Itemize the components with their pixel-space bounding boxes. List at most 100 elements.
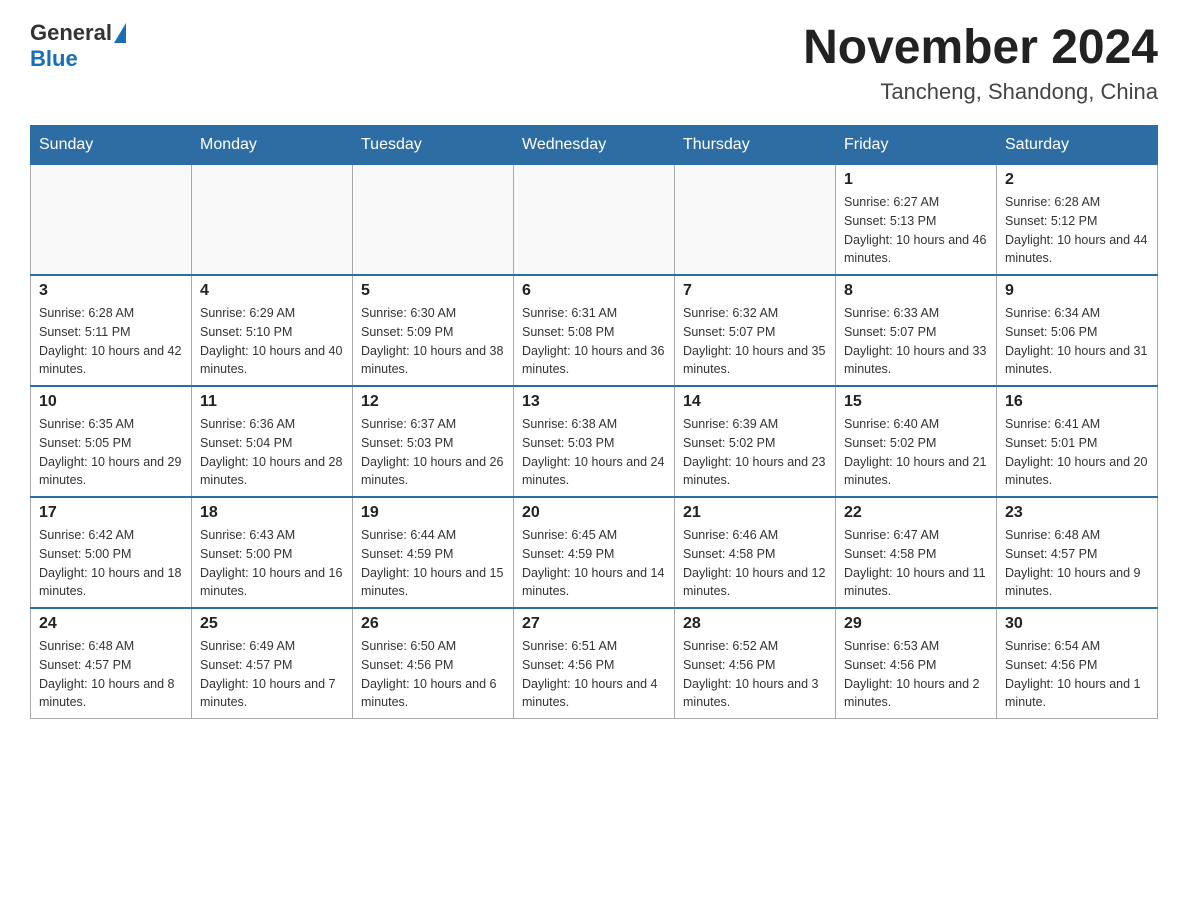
day-number: 28 (683, 615, 827, 633)
calendar-day-cell: 19 Sunrise: 6:44 AM Sunset: 4:59 PM Dayli… (353, 497, 514, 608)
calendar-week-row: 24Sunrise: 6:48 AM Sunset: 4:57 PM Dayli… (31, 608, 1158, 719)
calendar-day-cell: 4Sunrise: 6:29 AM Sunset: 5:10 PM Daylig… (192, 275, 353, 386)
weekday-header-monday: Monday (192, 126, 353, 165)
day-number: 27 (522, 615, 666, 633)
day-info: Sunrise: 6:52 AM Sunset: 4:56 PM Dayligh… (683, 637, 827, 712)
day-info: Sunrise: 6:44 AM Sunset: 4:59 PM Dayligh… (361, 526, 505, 601)
calendar-day-cell: 7Sunrise: 6:32 AM Sunset: 5:07 PM Daylig… (675, 275, 836, 386)
calendar-day-cell: 9 Sunrise: 6:34 AM Sunset: 5:06 PM Daylig… (997, 275, 1158, 386)
day-number: 25 (200, 615, 344, 633)
day-info: Sunrise: 6:50 AM Sunset: 4:56 PM Dayligh… (361, 637, 505, 712)
calendar-day-cell: 21Sunrise: 6:46 AM Sunset: 4:58 PM Dayli… (675, 497, 836, 608)
day-number: 5 (361, 282, 505, 300)
day-number: 13 (522, 393, 666, 411)
calendar-day-cell: 3Sunrise: 6:28 AM Sunset: 5:11 PM Daylig… (31, 275, 192, 386)
calendar-day-cell: 24Sunrise: 6:48 AM Sunset: 4:57 PM Dayli… (31, 608, 192, 719)
calendar-day-cell: 10 Sunrise: 6:35 AM Sunset: 5:05 PM Dayli… (31, 386, 192, 497)
day-info: Sunrise: 6:35 AM Sunset: 5:05 PM Dayligh… (39, 415, 183, 490)
calendar-day-cell: 29Sunrise: 6:53 AM Sunset: 4:56 PM Dayli… (836, 608, 997, 719)
day-number: 23 (1005, 504, 1149, 522)
calendar-day-cell: 17 Sunrise: 6:42 AM Sunset: 5:00 PM Dayli… (31, 497, 192, 608)
day-info: Sunrise: 6:48 AM Sunset: 4:57 PM Dayligh… (39, 637, 183, 712)
weekday-header-thursday: Thursday (675, 126, 836, 165)
day-number: 30 (1005, 615, 1149, 633)
weekday-header-row: SundayMondayTuesdayWednesdayThursdayFrid… (31, 126, 1158, 165)
calendar-day-cell (192, 165, 353, 276)
day-info: Sunrise: 6:47 AM Sunset: 4:58 PM Dayligh… (844, 526, 988, 601)
day-number: 16 (1005, 393, 1149, 411)
calendar-day-cell: 26 Sunrise: 6:50 AM Sunset: 4:56 PM Dayli… (353, 608, 514, 719)
day-number: 2 (1005, 171, 1149, 189)
calendar-day-cell: 18 Sunrise: 6:43 AM Sunset: 5:00 PM Dayli… (192, 497, 353, 608)
calendar-day-cell: 12 Sunrise: 6:37 AM Sunset: 5:03 PM Dayli… (353, 386, 514, 497)
day-number: 29 (844, 615, 988, 633)
day-info: Sunrise: 6:31 AM Sunset: 5:08 PM Dayligh… (522, 304, 666, 379)
calendar-week-row: 3Sunrise: 6:28 AM Sunset: 5:11 PM Daylig… (31, 275, 1158, 386)
logo-general-text: General (30, 20, 112, 46)
day-number: 12 (361, 393, 505, 411)
day-info: Sunrise: 6:37 AM Sunset: 5:03 PM Dayligh… (361, 415, 505, 490)
day-number: 10 (39, 393, 183, 411)
day-info: Sunrise: 6:28 AM Sunset: 5:12 PM Dayligh… (1005, 193, 1149, 268)
day-info: Sunrise: 6:48 AM Sunset: 4:57 PM Dayligh… (1005, 526, 1149, 601)
calendar-day-cell: 6 Sunrise: 6:31 AM Sunset: 5:08 PM Daylig… (514, 275, 675, 386)
weekday-header-tuesday: Tuesday (353, 126, 514, 165)
day-number: 19 (361, 504, 505, 522)
day-info: Sunrise: 6:51 AM Sunset: 4:56 PM Dayligh… (522, 637, 666, 712)
calendar-day-cell: 15 Sunrise: 6:40 AM Sunset: 5:02 PM Dayli… (836, 386, 997, 497)
calendar-day-cell: 22 Sunrise: 6:47 AM Sunset: 4:58 PM Dayli… (836, 497, 997, 608)
calendar-week-row: 10 Sunrise: 6:35 AM Sunset: 5:05 PM Dayli… (31, 386, 1158, 497)
day-number: 18 (200, 504, 344, 522)
calendar-day-cell: 28 Sunrise: 6:52 AM Sunset: 4:56 PM Dayli… (675, 608, 836, 719)
day-info: Sunrise: 6:30 AM Sunset: 5:09 PM Dayligh… (361, 304, 505, 379)
weekday-header-saturday: Saturday (997, 126, 1158, 165)
day-number: 3 (39, 282, 183, 300)
day-number: 11 (200, 393, 344, 411)
day-number: 21 (683, 504, 827, 522)
day-info: Sunrise: 6:38 AM Sunset: 5:03 PM Dayligh… (522, 415, 666, 490)
location-title: Tancheng, Shandong, China (803, 79, 1158, 105)
calendar-day-cell (31, 165, 192, 276)
weekday-header-friday: Friday (836, 126, 997, 165)
logo-triangle-icon (114, 23, 126, 43)
calendar-day-cell: 14 Sunrise: 6:39 AM Sunset: 5:02 PM Dayli… (675, 386, 836, 497)
day-info: Sunrise: 6:39 AM Sunset: 5:02 PM Dayligh… (683, 415, 827, 490)
day-number: 1 (844, 171, 988, 189)
day-info: Sunrise: 6:40 AM Sunset: 5:02 PM Dayligh… (844, 415, 988, 490)
calendar-day-cell (514, 165, 675, 276)
page-header: General Blue November 2024 Tancheng, Sha… (30, 20, 1158, 105)
day-info: Sunrise: 6:34 AM Sunset: 5:06 PM Dayligh… (1005, 304, 1149, 379)
day-number: 14 (683, 393, 827, 411)
day-info: Sunrise: 6:54 AM Sunset: 4:56 PM Dayligh… (1005, 637, 1149, 712)
calendar-day-cell: 5 Sunrise: 6:30 AM Sunset: 5:09 PM Daylig… (353, 275, 514, 386)
month-title: November 2024 (803, 20, 1158, 75)
day-info: Sunrise: 6:33 AM Sunset: 5:07 PM Dayligh… (844, 304, 988, 379)
title-block: November 2024 Tancheng, Shandong, China (803, 20, 1158, 105)
calendar-day-cell (353, 165, 514, 276)
calendar-day-cell: 1 Sunrise: 6:27 AM Sunset: 5:13 PM Daylig… (836, 165, 997, 276)
day-info: Sunrise: 6:43 AM Sunset: 5:00 PM Dayligh… (200, 526, 344, 601)
calendar-table: SundayMondayTuesdayWednesdayThursdayFrid… (30, 125, 1158, 719)
calendar-day-cell: 25 Sunrise: 6:49 AM Sunset: 4:57 PM Dayli… (192, 608, 353, 719)
calendar-day-cell: 13 Sunrise: 6:38 AM Sunset: 5:03 PM Dayli… (514, 386, 675, 497)
calendar-day-cell: 30 Sunrise: 6:54 AM Sunset: 4:56 PM Dayli… (997, 608, 1158, 719)
day-number: 6 (522, 282, 666, 300)
day-number: 22 (844, 504, 988, 522)
day-number: 17 (39, 504, 183, 522)
day-info: Sunrise: 6:27 AM Sunset: 5:13 PM Dayligh… (844, 193, 988, 268)
day-info: Sunrise: 6:32 AM Sunset: 5:07 PM Dayligh… (683, 304, 827, 379)
day-info: Sunrise: 6:42 AM Sunset: 5:00 PM Dayligh… (39, 526, 183, 601)
day-info: Sunrise: 6:41 AM Sunset: 5:01 PM Dayligh… (1005, 415, 1149, 490)
day-number: 9 (1005, 282, 1149, 300)
day-info: Sunrise: 6:49 AM Sunset: 4:57 PM Dayligh… (200, 637, 344, 712)
day-info: Sunrise: 6:36 AM Sunset: 5:04 PM Dayligh… (200, 415, 344, 490)
day-number: 15 (844, 393, 988, 411)
calendar-day-cell: 27 Sunrise: 6:51 AM Sunset: 4:56 PM Dayli… (514, 608, 675, 719)
day-number: 26 (361, 615, 505, 633)
logo: General Blue (30, 20, 128, 72)
calendar-week-row: 17 Sunrise: 6:42 AM Sunset: 5:00 PM Dayli… (31, 497, 1158, 608)
day-number: 8 (844, 282, 988, 300)
weekday-header-wednesday: Wednesday (514, 126, 675, 165)
calendar-day-cell: 16 Sunrise: 6:41 AM Sunset: 5:01 PM Dayli… (997, 386, 1158, 497)
weekday-header-sunday: Sunday (31, 126, 192, 165)
